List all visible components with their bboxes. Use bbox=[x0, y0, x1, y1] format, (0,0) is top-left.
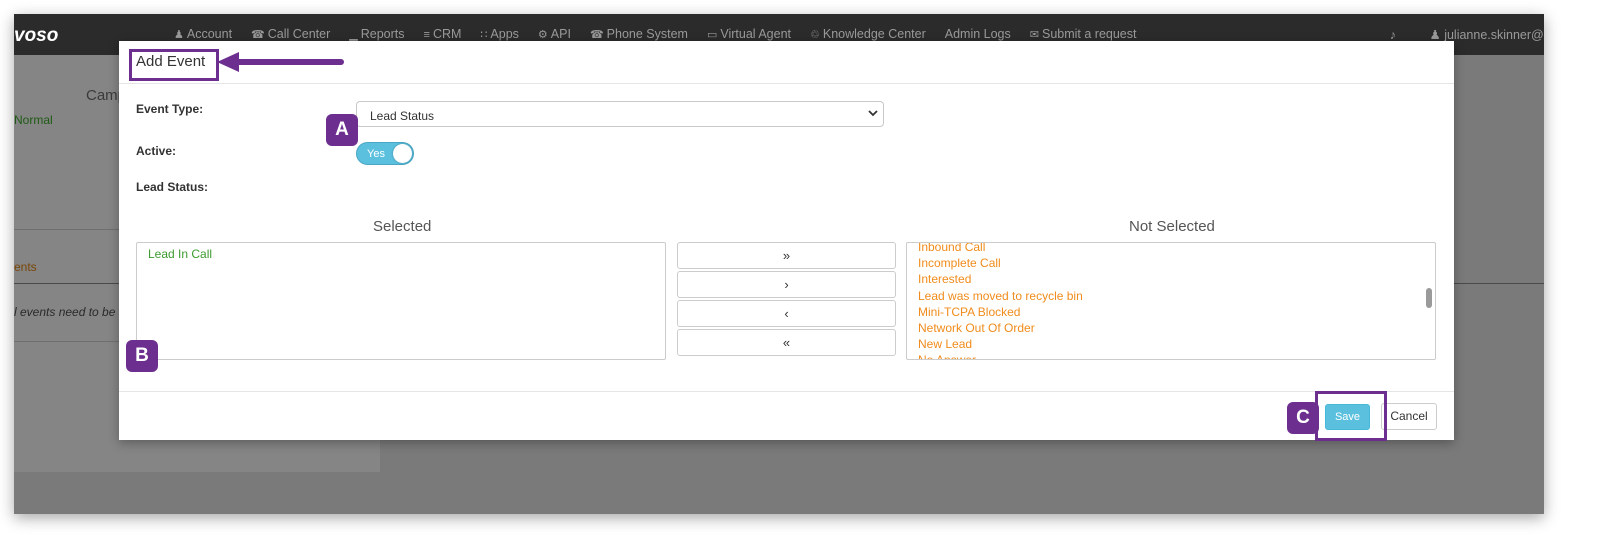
modal-footer bbox=[119, 391, 1454, 441]
list-icon: ≡ bbox=[423, 29, 430, 41]
nav-item-label: Reports bbox=[360, 27, 405, 41]
nav-item-knowledge-center[interactable]: ♲ Knowledge Center bbox=[810, 27, 926, 41]
event-type-label: Event Type: bbox=[136, 102, 204, 116]
nav-item-account[interactable]: ♟ Account bbox=[174, 27, 232, 41]
phone-icon: ☎ bbox=[251, 29, 265, 41]
title-highlight-box bbox=[129, 49, 219, 81]
selected-heading: Selected bbox=[373, 218, 432, 235]
selected-option[interactable]: Lead In Call bbox=[137, 246, 665, 262]
user-icon: ♟ bbox=[1429, 28, 1441, 42]
nav-item-call-center[interactable]: ☎ Call Center bbox=[251, 27, 330, 41]
selected-listbox[interactable]: Lead In Call bbox=[136, 242, 666, 360]
user-icon: ♟ bbox=[174, 29, 184, 41]
not-selected-option[interactable]: Lead was moved to recycle bin bbox=[907, 288, 1435, 304]
phone-icon: ☎ bbox=[589, 29, 604, 41]
toggle-label: Yes bbox=[367, 148, 385, 160]
scrollbar-thumb[interactable] bbox=[1426, 288, 1432, 308]
nav-item-label: Phone System bbox=[606, 27, 688, 41]
event-type-value: Lead Status bbox=[370, 109, 435, 123]
user-menu[interactable]: julianne.skinner@c bbox=[1444, 28, 1544, 42]
nav-item-label: Call Center bbox=[267, 27, 331, 41]
toggle-knob bbox=[393, 144, 412, 163]
nav-item-label: Knowledge Center bbox=[822, 27, 926, 41]
nav-user-area: ♪ ♟ julianne.skinner@c bbox=[1390, 27, 1544, 42]
lead-status-label: Lead Status: bbox=[136, 180, 209, 194]
lightbulb-icon: ♲ bbox=[810, 29, 820, 41]
nav-item-virtual-agent[interactable]: ▭ Virtual Agent bbox=[707, 27, 791, 41]
not-selected-option[interactable]: Interested bbox=[907, 271, 1435, 287]
move-left-button[interactable]: ‹ bbox=[677, 300, 896, 327]
badge-c: C bbox=[1287, 402, 1319, 434]
nav-item-api[interactable]: ⚙ API bbox=[538, 27, 571, 41]
monitor-icon: ▭ bbox=[706, 29, 718, 41]
not-selected-option[interactable]: Inbound Call bbox=[907, 243, 1435, 255]
move-all-right-button[interactable]: » bbox=[677, 242, 896, 269]
not-selected-option[interactable]: New Lead bbox=[907, 336, 1435, 352]
cancel-button[interactable]: Cancel bbox=[1381, 403, 1437, 430]
chevron-down-icon bbox=[868, 106, 878, 123]
not-selected-option[interactable]: Mini-TCPA Blocked bbox=[907, 304, 1435, 320]
gear-icon: ⚙ bbox=[537, 29, 548, 41]
not-selected-option[interactable]: No Answer bbox=[907, 352, 1435, 359]
nav-item-admin-logs[interactable]: Admin Logs bbox=[945, 27, 1011, 41]
bar-chart-icon: ▁ bbox=[349, 29, 358, 41]
move-all-left-button[interactable]: « bbox=[677, 329, 896, 356]
active-label: Active: bbox=[136, 144, 177, 158]
active-toggle[interactable]: Yes bbox=[356, 142, 414, 165]
add-event-modal: Add Event Event Type: Lead Status Active… bbox=[119, 41, 1454, 441]
grid-icon: ∷ bbox=[480, 29, 488, 41]
nav-item-phone-system[interactable]: ☎ Phone System bbox=[590, 27, 688, 41]
not-selected-option[interactable]: Network Out Of Order bbox=[907, 320, 1435, 336]
ticket-icon: ✉ bbox=[1029, 29, 1039, 41]
nav-item-reports[interactable]: ▁ Reports bbox=[349, 27, 404, 41]
nav-menu: ♟ Account ☎ Call Center ▁ Reports ≡ CRM ∷ Apps ⚙ AP… bbox=[174, 27, 1155, 41]
nav-item-crm[interactable]: ≡ CRM bbox=[424, 27, 462, 41]
nav-item-submit-a-request[interactable]: ✉ Submit a request bbox=[1030, 27, 1137, 41]
nav-item-label: API bbox=[550, 27, 571, 41]
move-right-button[interactable]: › bbox=[677, 271, 896, 298]
campaign-status: Normal bbox=[14, 113, 53, 127]
badge-a: A bbox=[326, 114, 358, 146]
not-selected-listbox[interactable]: Inbound Call Incomplete Call Interested Lea… bbox=[906, 242, 1436, 360]
events-tab[interactable]: ents bbox=[14, 260, 37, 274]
bell-icon[interactable]: ♪ bbox=[1390, 28, 1396, 42]
nav-item-label: Virtual Agent bbox=[720, 27, 792, 41]
nav-item-label: Account bbox=[186, 27, 233, 41]
not-selected-heading: Not Selected bbox=[1129, 218, 1215, 235]
event-type-select[interactable]: Lead Status bbox=[356, 101, 884, 127]
nav-item-apps[interactable]: ∷ Apps bbox=[480, 27, 519, 41]
events-note: l events need to be m bbox=[14, 305, 129, 319]
nav-item-label: Apps bbox=[490, 27, 519, 41]
save-highlight-box bbox=[1315, 391, 1387, 441]
not-selected-options: Inbound Call Incomplete Call Interested Lea… bbox=[907, 243, 1435, 359]
arrow-annotation-icon bbox=[217, 52, 344, 72]
nav-item-label: CRM bbox=[432, 27, 462, 41]
not-selected-option[interactable]: Incomplete Call bbox=[907, 255, 1435, 271]
brand-logo[interactable]: voso bbox=[14, 25, 58, 47]
badge-b: B bbox=[126, 340, 158, 372]
nav-item-label: Submit a request bbox=[1041, 27, 1137, 41]
nav-item-label: Admin Logs bbox=[944, 27, 1011, 41]
